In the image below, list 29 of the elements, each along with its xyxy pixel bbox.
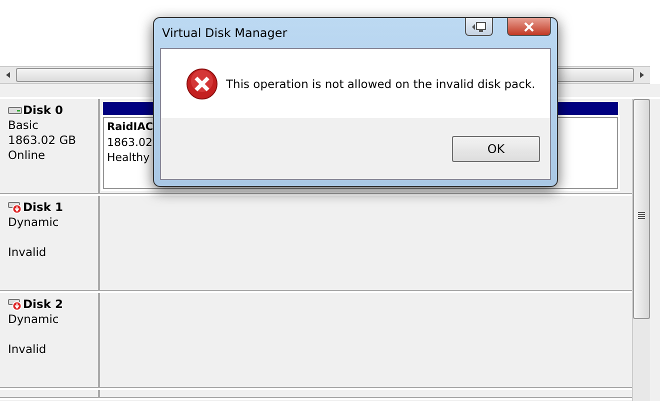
disk-status: Online	[8, 148, 46, 163]
disk-size: 1863.02 GB	[8, 133, 78, 148]
disk-label-panel[interactable]: Disk 1 Dynamic Invalid	[0, 196, 100, 291]
disk-label-panel[interactable]: Disk 2 Dynamic Invalid	[0, 293, 100, 388]
close-button[interactable]	[507, 18, 551, 36]
ok-button[interactable]: OK	[452, 136, 540, 162]
scroll-thumb[interactable]	[633, 99, 650, 319]
disk-error-icon	[8, 202, 22, 214]
disk-name: Disk 0	[23, 103, 63, 118]
vertical-scrollbar[interactable]	[632, 99, 650, 401]
disk-name: Disk 2	[23, 297, 63, 312]
disk-type: Basic	[8, 118, 40, 133]
monitor-button[interactable]	[465, 18, 493, 36]
partition-status: Healthy	[107, 150, 150, 165]
monitor-icon	[471, 20, 487, 32]
disk-status: Invalid	[8, 245, 48, 260]
disk-status: Invalid	[8, 342, 48, 357]
partition-name: RaidIAC	[107, 120, 154, 135]
grip-icon	[638, 212, 645, 220]
disk-type: Dynamic	[8, 312, 60, 327]
disk-name: Disk 1	[23, 200, 63, 215]
error-icon	[186, 68, 218, 100]
close-icon	[523, 22, 535, 32]
disk-drive-icon	[8, 106, 22, 115]
error-message: This operation is not allowed on the invalid disk pack.	[226, 76, 536, 90]
window-title: Virtual Disk Manager	[161, 26, 288, 40]
partition-size: 1863.02	[107, 135, 152, 150]
disk-error-icon	[8, 298, 22, 310]
disk-type: Dynamic	[8, 215, 60, 230]
